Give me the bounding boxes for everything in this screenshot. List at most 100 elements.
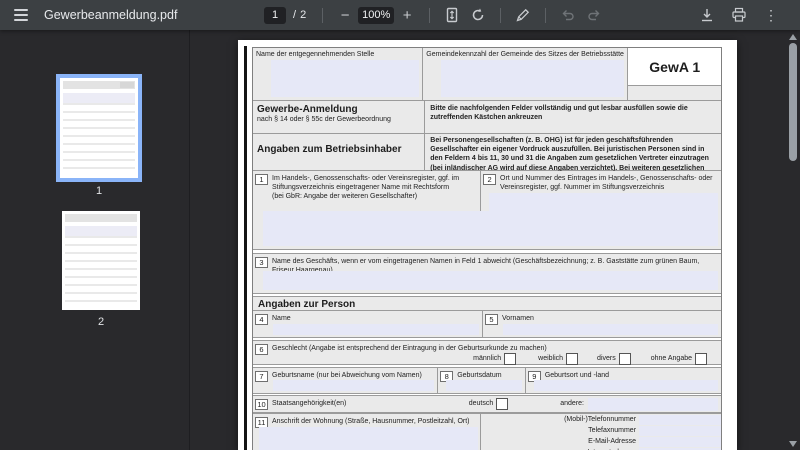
contact-label: Telefaxnummer [588,427,637,434]
field-8-label: Geburtsdatum [457,372,502,379]
field-4-label: Name [272,315,291,322]
field-number: 4 [255,314,268,325]
option-label: männlich [473,355,502,363]
thumbnail-preview [63,81,135,175]
field-1-2-row: 1 Im Handels-, Genossenschafts- oder Ver… [253,171,721,250]
checkbox-weiblich[interactable] [566,353,579,365]
field-number: 6 [255,344,268,355]
field-10-label: Staatsangehörigkeit(en) [272,400,347,408]
field-2-input[interactable] [489,193,718,211]
toolbar-divider [545,7,547,23]
section-owner-row: Angaben zum Betriebsinhaber Bei Personen… [253,134,721,181]
thumbnail-page-1[interactable] [56,74,142,182]
rotate-button[interactable] [465,2,491,28]
toolbar-right-controls: ⋮ [694,0,784,30]
form-title-row: Gewerbe-Anmeldung nach § 14 oder § 55c d… [253,101,721,134]
email-input[interactable] [639,437,721,447]
receiving-office-input[interactable] [271,60,420,97]
option-label: weiblich [538,355,564,363]
scroll-down-icon[interactable] [789,441,797,447]
field-4-5-row: 4 Name 5 Vornamen [253,311,721,338]
section-owner-heading: Angaben zum Betriebsinhaber [257,144,402,155]
scrollbar-thumb[interactable] [789,43,797,161]
field-9-input[interactable] [533,380,718,391]
fill-instructions: Bitte die nachfolgenden Felder vollständ… [430,105,688,122]
field-7-label: Geburtsname (nur bei Abweichung vom Name… [272,372,422,379]
field-3-row: 3 Name des Geschäfts, wenn er vom einget… [253,254,721,294]
fit-page-icon [446,7,458,23]
checkbox-maennlich[interactable] [504,353,517,365]
section-person-row: Angaben zur Person [253,297,721,311]
undo-button[interactable] [555,2,581,28]
toolbar-divider [322,7,324,23]
field-9-label: Geburtsort und -land [544,372,610,379]
field-11-label: Anschrift der Wohnung (Straße, Hausnumme… [272,418,470,425]
field-number: 10 [255,398,268,410]
form-margin-bar [244,46,247,450]
field-11-address-input[interactable] [259,427,479,450]
thumbnail-label-2: 2 [97,316,105,328]
redo-icon [588,10,600,21]
section-person-heading: Angaben zur Person [258,299,356,310]
vertical-scrollbar[interactable] [786,30,800,450]
form-header-row: Name der entgegennehmenden Stelle Gemein… [253,48,722,101]
form-code-subcell [628,86,722,100]
contact-label: E-Mail-Adresse [588,438,637,445]
gewa1-form: Name der entgegennehmenden Stelle Gemein… [252,47,722,450]
checkbox-deutsch[interactable] [496,398,509,410]
page-separator: / [293,9,297,21]
checkbox-divers[interactable] [618,353,631,365]
field-3-input[interactable] [263,271,718,290]
toolbar-divider [429,7,431,23]
option-label: andere: [560,400,584,408]
redo-button[interactable] [581,2,607,28]
form-title: Gewerbe-Anmeldung [257,104,358,115]
field-6-label: Geschlecht (Angabe ist entsprechend der … [272,345,547,352]
zoom-in-button[interactable]: + [394,2,420,28]
toolbar-center-controls: 1 / 2 − 100% + [264,0,607,30]
more-options-icon[interactable]: ⋮ [758,2,784,28]
field-1-input[interactable] [263,211,718,246]
field-number: 5 [485,314,499,325]
field-11-row: 11 Anschrift der Wohnung (Straße, Hausnu… [253,414,721,450]
zoom-level-input[interactable]: 100% [358,6,395,24]
fax-input[interactable] [639,426,721,436]
download-icon [702,9,712,22]
field-8-input[interactable] [446,380,522,391]
pen-icon [516,8,530,22]
field-10-input[interactable] [588,397,718,411]
page-number-input[interactable]: 1 [264,6,286,24]
thumbnail-sidebar: 1 2 [0,30,190,450]
option-label: deutsch [468,400,494,408]
contact-label: (Mobil-)Telefonnummer [564,416,637,423]
field-6-row: 6 Geschlecht (Angabe ist entsprechend de… [253,341,721,365]
thumbnail-preview [65,214,137,307]
option-label: ohne Angabe [650,355,692,363]
print-button[interactable] [726,2,752,28]
toolbar-divider [500,7,502,23]
municipality-code-input[interactable] [441,60,625,97]
field-number: 2 [483,174,497,185]
fit-page-button[interactable] [439,2,465,28]
download-button[interactable] [694,2,720,28]
field-number: 3 [255,257,268,268]
pdf-page-1: Name der entgegennehmenden Stelle Gemein… [238,40,737,450]
mobile-phone-input[interactable] [639,415,721,425]
page-total: 2 [300,9,307,21]
field-7-input[interactable] [273,380,435,391]
field-2-label: Ort und Nummer des Eintrages im Handels-… [500,175,713,192]
field-4-input[interactable] [273,324,480,335]
checkbox-ohne-angabe[interactable] [695,353,707,365]
undo-icon [562,10,574,21]
option-label: divers [597,355,616,363]
zoom-out-button[interactable]: − [332,2,358,28]
scroll-up-icon[interactable] [789,34,797,40]
annotate-button[interactable] [510,2,536,28]
document-title: Gewerbeanmeldung.pdf [44,8,178,22]
rotate-icon [472,8,484,21]
thumbnail-page-2[interactable] [62,211,140,310]
menu-icon[interactable] [8,2,34,28]
field-5-input[interactable] [503,324,718,335]
field-1-label: Im Handels-, Genossenschafts- oder Verei… [272,175,460,192]
pdf-viewer-toolbar: Gewerbeanmeldung.pdf 1 / 2 − 100% + ⋮ [0,0,800,30]
